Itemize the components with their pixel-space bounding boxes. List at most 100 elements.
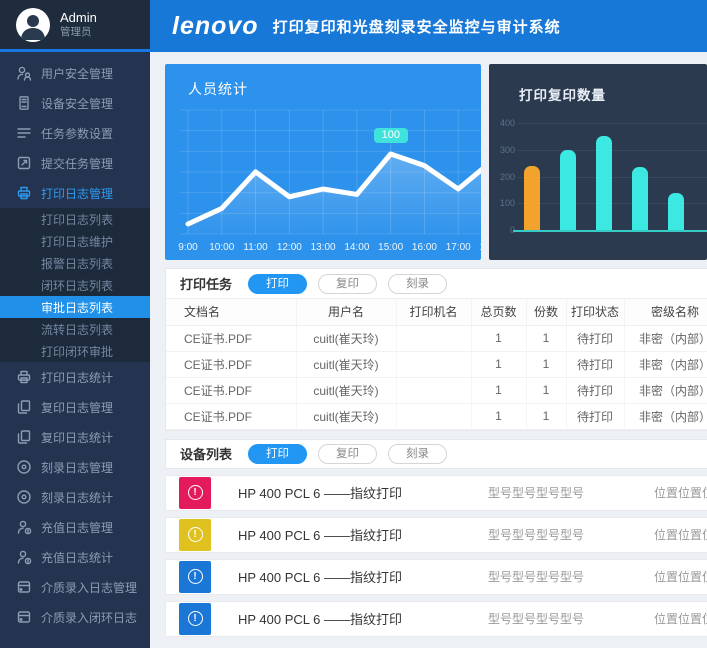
sidebar-item-12[interactable]: 打印日志统计 xyxy=(0,362,150,392)
table-cell: 1 xyxy=(471,377,526,403)
table-cell: 非密（内部） xyxy=(624,377,707,403)
sidebar-item-label: 充值日志管理 xyxy=(41,519,113,536)
x-axis-label: 14:00 xyxy=(344,242,369,253)
person-silhouette-icon xyxy=(16,8,50,42)
device-list-title: 设备列表 xyxy=(180,444,232,463)
device-row[interactable]: !HP 400 PCL 6 ——指纹打印型号型号型号型号位置位置位置位置 xyxy=(165,601,707,637)
column-header-5: 打印状态 xyxy=(566,299,624,325)
device-row[interactable]: !HP 400 PCL 6 ——指纹打印型号型号型号型号位置位置位置位置 xyxy=(165,475,707,511)
sidebar-item-19[interactable]: 介质录入日志管理 xyxy=(0,572,150,602)
sidebar-item-8[interactable]: 闭环日志列表 xyxy=(0,274,150,296)
sidebar-item-5[interactable]: 打印日志列表 xyxy=(0,208,150,230)
table-cell: CE证书.PDF xyxy=(166,325,296,351)
sidebar-item-6[interactable]: 打印日志维护 xyxy=(0,230,150,252)
x-axis-label: 10:00 xyxy=(209,242,234,253)
print-tasks-tab-2[interactable]: 刻录 xyxy=(388,274,447,294)
sidebar-item-11[interactable]: 打印闭环审批 xyxy=(0,340,150,362)
x-axis-label: 15:00 xyxy=(378,242,403,253)
table-cell: 1 xyxy=(471,351,526,377)
table-cell: 待打印 xyxy=(566,377,624,403)
column-header-2: 打印机名 xyxy=(396,299,471,325)
table-cell: 待打印 xyxy=(566,325,624,351)
sidebar-item-1[interactable]: 设备安全管理 xyxy=(0,88,150,118)
sidebar-subitem-label: 打印闭环审批 xyxy=(41,343,113,360)
device-status-icon: ! xyxy=(179,519,211,551)
user-icon xyxy=(16,65,32,81)
x-axis-label: 16:00 xyxy=(412,242,437,253)
table-cell xyxy=(396,351,471,377)
sidebar-item-label: 刻录日志统计 xyxy=(41,489,113,506)
sidebar-subitem-label: 打印日志维护 xyxy=(41,233,113,250)
user-panel[interactable]: Admin 管理员 xyxy=(0,0,150,52)
print-tasks-tab-0[interactable]: 打印 xyxy=(248,274,307,294)
sidebar-item-label: 打印日志管理 xyxy=(41,185,113,202)
bar-3 xyxy=(632,167,648,230)
sidebar-subitem-label: 闭环日志列表 xyxy=(41,277,113,294)
table-cell: 1 xyxy=(526,377,566,403)
sidebar-item-0[interactable]: 用户安全管理 xyxy=(0,58,150,88)
sidebar-item-18[interactable]: 充值日志统计 xyxy=(0,542,150,572)
print-tasks-table: 文档名用户名打印机名总页数份数打印状态密级名称 CE证书.PDFcuitl(崔天… xyxy=(166,299,707,430)
table-row[interactable]: CE证书.PDFcuitl(崔天玲)11待打印非密（内部） xyxy=(166,325,707,351)
print-tasks-tab-1[interactable]: 复印 xyxy=(318,274,377,294)
devices-tab-0[interactable]: 打印 xyxy=(248,444,307,464)
x-axis-label: 12:00 xyxy=(277,242,302,253)
print-tasks-title: 打印任务 xyxy=(180,274,232,293)
table-cell: 1 xyxy=(526,325,566,351)
x-axis-label: 18:00 xyxy=(479,242,481,253)
y-axis-label: 100 xyxy=(491,198,515,208)
device-icon xyxy=(16,95,32,111)
disc-icon xyxy=(16,459,32,475)
user-role: 管理员 xyxy=(60,26,97,39)
devices-tab-1[interactable]: 复印 xyxy=(318,444,377,464)
table-cell: cuitl(崔天玲) xyxy=(296,325,396,351)
sidebar-item-16[interactable]: 刻录日志统计 xyxy=(0,482,150,512)
sidebar-item-15[interactable]: 刻录日志管理 xyxy=(0,452,150,482)
device-name: HP 400 PCL 6 ——指纹打印 xyxy=(238,483,402,502)
sidebar-item-20[interactable]: 介质录入闭环日志 xyxy=(0,602,150,632)
table-cell: 1 xyxy=(526,351,566,377)
sidebar-item-7[interactable]: 报警日志列表 xyxy=(0,252,150,274)
sidebar-item-14[interactable]: 复印日志统计 xyxy=(0,422,150,452)
table-row[interactable]: CE证书.PDFcuitl(崔天玲)11待打印非密（内部） xyxy=(166,377,707,403)
sidebar-item-17[interactable]: 充值日志管理 xyxy=(0,512,150,542)
table-cell: 1 xyxy=(471,403,526,429)
sidebar-item-10[interactable]: 流转日志列表 xyxy=(0,318,150,340)
table-row[interactable]: CE证书.PDFcuitl(崔天玲)11待打印非密（内部） xyxy=(166,403,707,429)
alert-icon: ! xyxy=(188,527,203,542)
x-axis-label: 9:00 xyxy=(178,242,197,253)
table-cell: CE证书.PDF xyxy=(166,377,296,403)
sidebar-subitem-label: 流转日志列表 xyxy=(41,321,113,338)
device-row[interactable]: !HP 400 PCL 6 ——指纹打印型号型号型号型号位置位置位置位置 xyxy=(165,559,707,595)
axis-baseline xyxy=(513,230,707,232)
x-axis-label: 13:00 xyxy=(311,242,336,253)
device-row[interactable]: !HP 400 PCL 6 ——指纹打印型号型号型号型号位置位置位置位置 xyxy=(165,517,707,553)
sidebar-subitem-label: 打印日志列表 xyxy=(41,211,113,228)
device-status-icon: ! xyxy=(179,603,211,635)
sidebar-nav: 用户安全管理设备安全管理任务参数设置提交任务管理打印日志管理打印日志列表打印日志… xyxy=(0,58,150,632)
table-row[interactable]: CE证书.PDFcuitl(崔天玲)11待打印非密（内部） xyxy=(166,351,707,377)
sidebar-item-3[interactable]: 提交任务管理 xyxy=(0,148,150,178)
print-tasks-section: 打印任务 打印复印刻录 文档名用户名打印机名总页数份数打印状态密级名称 CE证书… xyxy=(165,268,707,431)
table-cell: 非密（内部） xyxy=(624,325,707,351)
sidebar-item-label: 提交任务管理 xyxy=(41,155,113,172)
media-icon xyxy=(16,609,32,625)
devices-tab-2[interactable]: 刻录 xyxy=(388,444,447,464)
sidebar-item-label: 打印日志统计 xyxy=(41,369,113,386)
bar-4 xyxy=(668,193,684,230)
column-header-0: 文档名 xyxy=(166,299,296,325)
table-cell: cuitl(崔天玲) xyxy=(296,351,396,377)
sidebar-item-13[interactable]: 复印日志管理 xyxy=(0,392,150,422)
sidebar-item-9[interactable]: 审批日志列表 xyxy=(0,296,150,318)
sidebar-item-label: 介质录入日志管理 xyxy=(41,579,137,596)
device-location: 位置位置位置位置 xyxy=(654,610,707,627)
sidebar: Admin 管理员 用户安全管理设备安全管理任务参数设置提交任务管理打印日志管理… xyxy=(0,0,150,648)
table-cell: 非密（内部） xyxy=(624,351,707,377)
column-header-6: 密级名称 xyxy=(624,299,707,325)
y-axis-label: 300 xyxy=(491,145,515,155)
alert-icon: ! xyxy=(188,485,203,500)
sidebar-item-4[interactable]: 打印日志管理 xyxy=(0,178,150,208)
table-cell: 1 xyxy=(471,325,526,351)
sidebar-item-2[interactable]: 任务参数设置 xyxy=(0,118,150,148)
device-location: 位置位置位置位置 xyxy=(654,568,707,585)
